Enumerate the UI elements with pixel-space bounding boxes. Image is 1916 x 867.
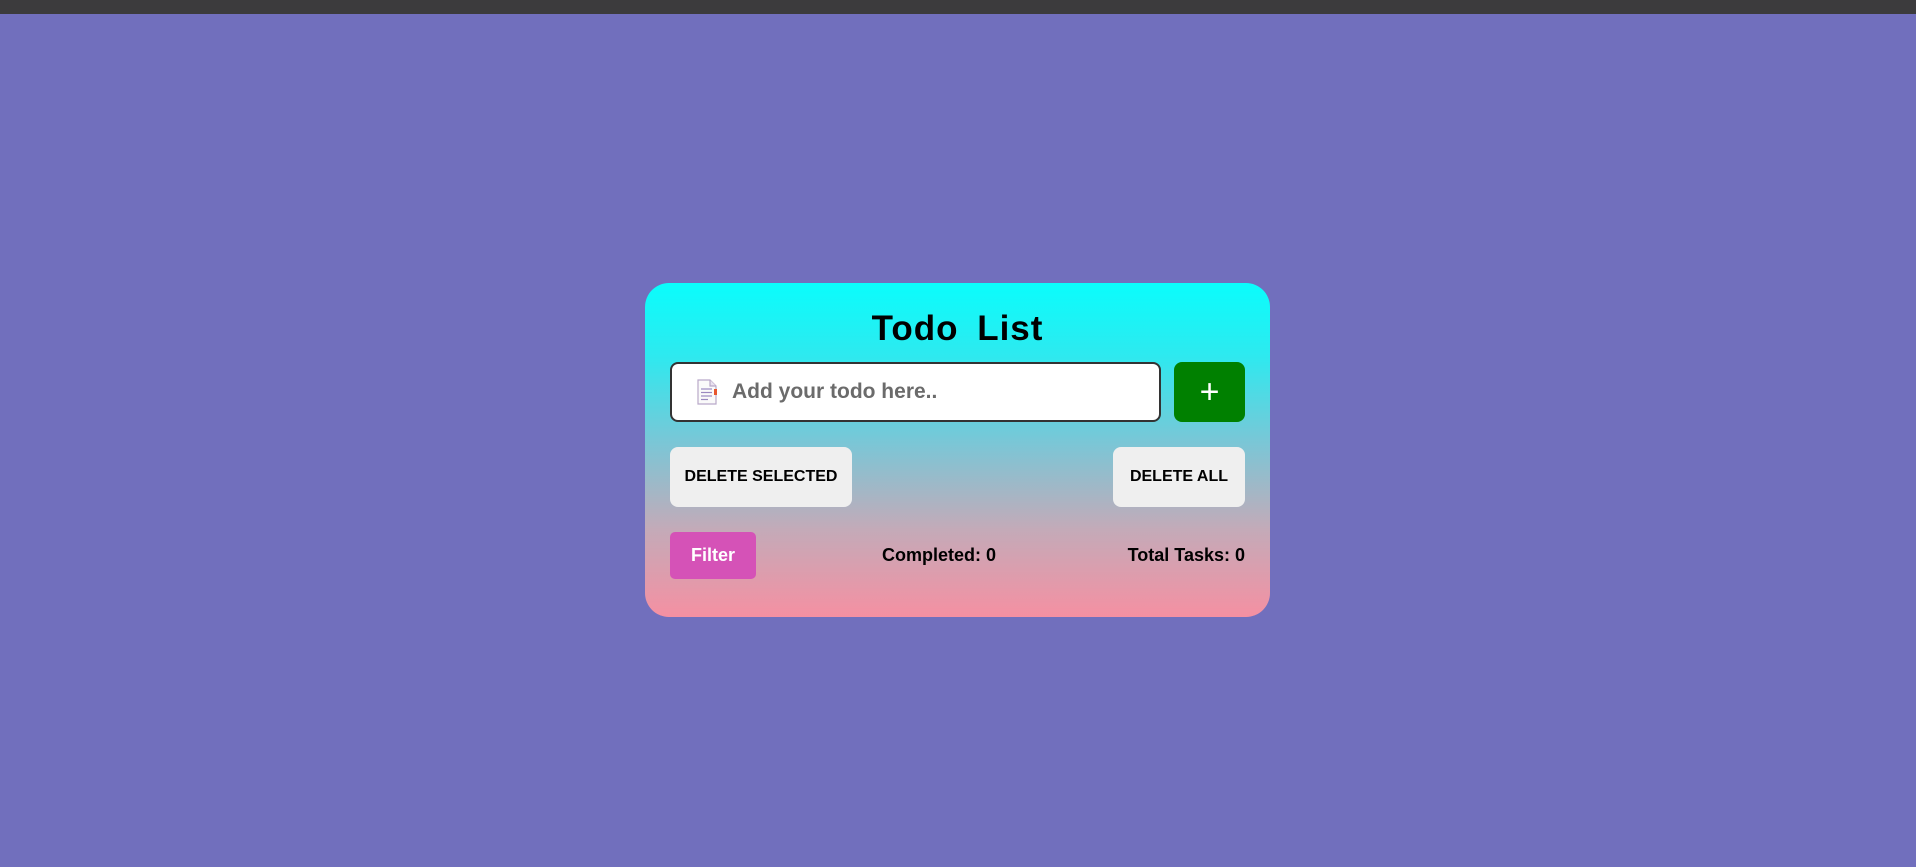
add-todo-button[interactable]: +: [1174, 362, 1245, 422]
todo-input[interactable]: [730, 379, 1134, 405]
filter-label: Filter: [690, 545, 735, 565]
browser-top-bar: [0, 0, 1916, 14]
plus-icon: +: [1199, 372, 1220, 411]
delete-all-label: DELETE ALL: [1129, 468, 1229, 485]
todo-card: Todo List + DELETE SELECTED DELETE ALL F…: [645, 283, 1270, 617]
total-tasks-count: Total Tasks: 0: [1127, 545, 1245, 565]
document-icon: [696, 379, 718, 405]
completed-count: Completed: 0: [882, 545, 997, 565]
filter-button[interactable]: Filter: [670, 532, 756, 579]
delete-all-button[interactable]: DELETE ALL: [1113, 447, 1245, 507]
page-title: Todo List: [871, 309, 1044, 348]
delete-selected-button[interactable]: DELETE SELECTED: [670, 447, 852, 507]
delete-selected-label: DELETE SELECTED: [684, 468, 838, 485]
todo-input-container[interactable]: [670, 362, 1161, 422]
